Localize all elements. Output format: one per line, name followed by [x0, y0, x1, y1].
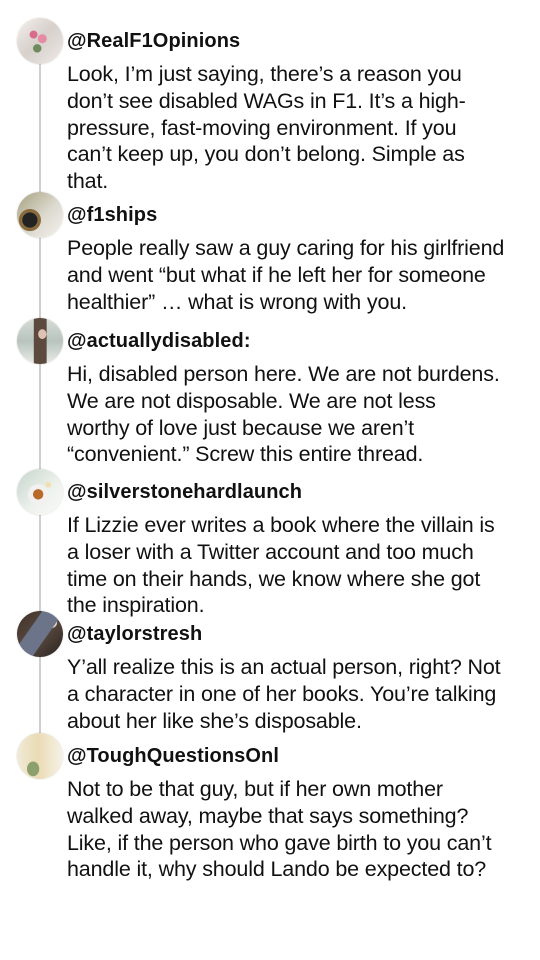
post-handle[interactable]: @actuallydisabled:	[67, 329, 251, 353]
post-text: Hi, disabled person here. We are not bur…	[67, 362, 500, 467]
post-text: People really saw a guy caring for his g…	[67, 236, 505, 314]
post-text: If Lizzie ever writes a book where the v…	[67, 513, 495, 618]
avatar[interactable]	[17, 469, 63, 515]
avatar[interactable]	[17, 733, 63, 779]
post-text: Look, I’m just saying, there’s a reason …	[67, 62, 466, 194]
avatar[interactable]	[17, 192, 63, 238]
post-handle[interactable]: @f1ships	[67, 203, 157, 227]
avatar[interactable]	[17, 18, 63, 64]
post-text: Not to be that guy, but if her own mothe…	[67, 777, 492, 882]
post-handle[interactable]: @ToughQuestionsOnl	[67, 744, 279, 768]
post-text: Y’all realize this is an actual person, …	[67, 655, 501, 733]
post-handle[interactable]: @taylorstresh	[67, 622, 202, 646]
avatar[interactable]	[17, 611, 63, 657]
avatar[interactable]	[17, 318, 63, 364]
post-handle[interactable]: @RealF1Opinions	[67, 29, 240, 53]
post-handle[interactable]: @silverstonehardlaunch	[67, 480, 302, 504]
